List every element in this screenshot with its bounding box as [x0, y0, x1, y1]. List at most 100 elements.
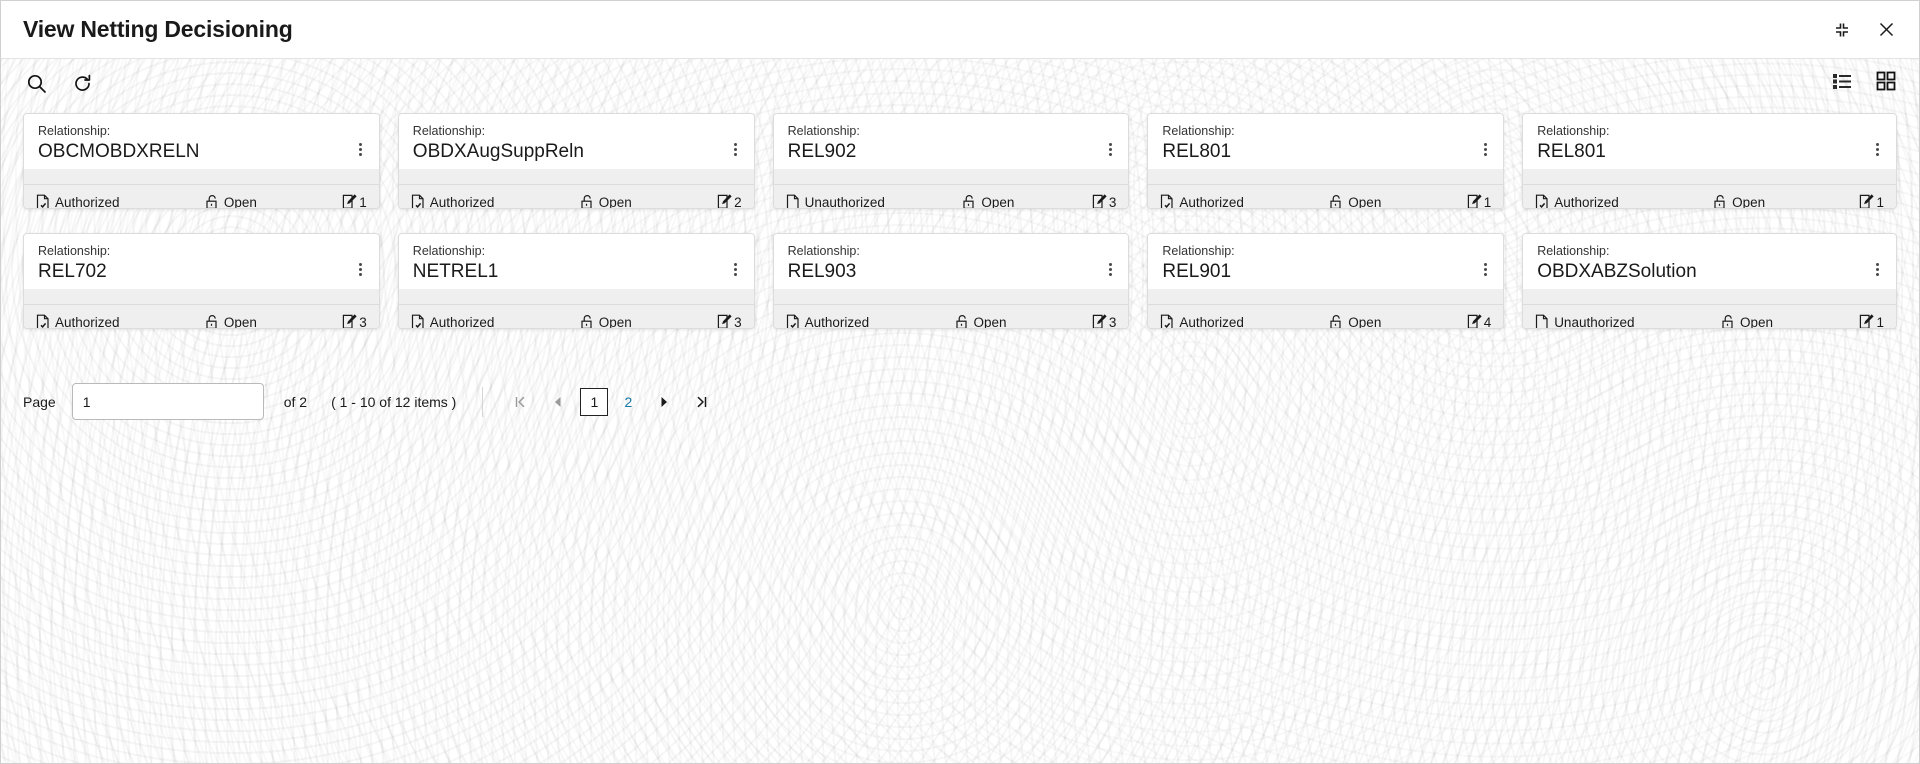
previous-page-icon[interactable] — [543, 387, 573, 417]
card-footer: Unauthorized Open — [774, 185, 1129, 209]
lock-status: Open — [962, 194, 1014, 209]
unlock-icon — [962, 194, 976, 209]
card-label: Relationship: — [1537, 244, 1882, 259]
more-vertical-icon[interactable] — [1102, 260, 1118, 278]
card-footer: Authorized Open — [1148, 185, 1503, 209]
card-body — [1148, 289, 1503, 305]
first-page-icon[interactable] — [505, 387, 535, 417]
more-vertical-icon[interactable] — [1102, 140, 1118, 158]
unlock-icon — [205, 194, 219, 209]
status-label: Authorized — [55, 195, 120, 210]
relationship-card[interactable]: Relationship: REL702 — [23, 233, 380, 329]
window-controls — [1831, 19, 1897, 41]
grid-view-icon[interactable] — [1875, 70, 1897, 97]
relationship-card[interactable]: Relationship: REL801 — [1147, 113, 1504, 209]
edit-square-icon — [342, 314, 357, 329]
lock-status: Open — [580, 194, 632, 209]
modifications-label: 1 — [1876, 315, 1884, 330]
card-slot: Relationship: REL901 — [1147, 233, 1522, 353]
relationship-card[interactable]: Relationship: OBDXABZSolution — [1522, 233, 1897, 329]
list-view-icon[interactable] — [1831, 70, 1853, 97]
refresh-icon[interactable] — [69, 70, 95, 96]
card-slot: Relationship: REL702 — [23, 233, 398, 353]
relationship-card[interactable]: Relationship: OBCMOBDXRELN — [23, 113, 380, 209]
modifications-count: 1 — [342, 194, 367, 209]
relationship-card[interactable]: Relationship: NETREL1 — [398, 233, 755, 329]
card-value: NETREL1 — [413, 260, 740, 283]
lock-status: Open — [580, 314, 632, 329]
search-icon[interactable] — [23, 70, 49, 96]
document-check-icon — [1160, 314, 1174, 329]
relationship-card[interactable]: Relationship: OBDXAugSuppReln — [398, 113, 755, 209]
lock-status: Open — [1713, 194, 1765, 209]
card-label: Relationship: — [1162, 244, 1489, 259]
toolbar-left-actions — [23, 70, 95, 96]
more-vertical-icon[interactable] — [1870, 260, 1886, 278]
lock-status: Open — [1721, 314, 1773, 329]
status-label: Unauthorized — [1554, 315, 1634, 330]
edit-square-icon — [1092, 194, 1107, 209]
relationship-card[interactable]: Relationship: REL801 — [1522, 113, 1897, 209]
pagination-bar: Page of 2 ( 1 - 10 of 12 items ) 1 — [1, 353, 1919, 420]
more-vertical-icon[interactable] — [1477, 140, 1493, 158]
last-page-icon[interactable] — [687, 387, 717, 417]
next-page-icon[interactable] — [649, 387, 679, 417]
lock-label: Open — [1348, 195, 1381, 210]
lock-status: Open — [1329, 194, 1381, 209]
relationship-card-grid: Relationship: OBCMOBDXRELN — [1, 107, 1919, 353]
status-badge: Authorized — [36, 194, 120, 209]
card-body — [1523, 289, 1896, 305]
modifications-count: 3 — [1092, 194, 1117, 209]
edit-square-icon — [1467, 314, 1482, 329]
card-footer: Authorized Open — [399, 305, 754, 329]
unlock-icon — [1713, 194, 1727, 209]
status-label: Authorized — [430, 315, 495, 330]
card-header: Relationship: REL801 — [1523, 114, 1896, 169]
card-label: Relationship: — [413, 244, 740, 259]
status-label: Authorized — [1179, 195, 1244, 210]
lock-label: Open — [974, 315, 1007, 330]
document-icon — [786, 194, 800, 209]
card-slot: Relationship: REL903 — [773, 233, 1148, 353]
card-body — [1148, 169, 1503, 185]
card-header: Relationship: OBDXABZSolution — [1523, 234, 1896, 289]
document-check-icon — [36, 194, 50, 209]
relationship-card[interactable]: Relationship: REL901 — [1147, 233, 1504, 329]
card-label: Relationship: — [38, 244, 365, 259]
document-check-icon — [411, 314, 425, 329]
card-value: OBCMOBDXRELN — [38, 140, 365, 163]
card-footer: Authorized Open — [399, 185, 754, 209]
lock-status: Open — [955, 314, 1007, 329]
more-vertical-icon[interactable] — [1477, 260, 1493, 278]
close-icon[interactable] — [1875, 19, 1897, 41]
modifications-count: 4 — [1467, 314, 1492, 329]
relationship-card[interactable]: Relationship: REL903 — [773, 233, 1130, 329]
card-footer: Authorized Open — [774, 305, 1129, 329]
item-range-label: ( 1 - 10 of 12 items ) — [331, 394, 456, 410]
card-label: Relationship: — [788, 244, 1115, 259]
collapse-icon[interactable] — [1831, 19, 1853, 41]
card-header: Relationship: OBDXAugSuppReln — [399, 114, 754, 169]
lock-status: Open — [205, 314, 257, 329]
card-label: Relationship: — [1537, 124, 1882, 139]
status-badge: Authorized — [786, 314, 870, 329]
content-area: Relationship: OBCMOBDXRELN — [1, 59, 1919, 763]
card-body — [774, 169, 1129, 185]
card-footer: Authorized Open — [24, 305, 379, 329]
more-vertical-icon[interactable] — [353, 260, 369, 278]
total-pages-label: of 2 — [284, 394, 307, 410]
card-value: REL702 — [38, 260, 365, 283]
more-vertical-icon[interactable] — [353, 140, 369, 158]
view-switcher — [1831, 70, 1897, 97]
document-icon — [1535, 314, 1549, 329]
toolbar — [1, 59, 1919, 107]
more-vertical-icon[interactable] — [1870, 140, 1886, 158]
more-vertical-icon[interactable] — [728, 260, 744, 278]
page-number-1[interactable]: 1 — [580, 388, 608, 416]
modifications-label: 1 — [1484, 195, 1492, 210]
modifications-label: 3 — [734, 315, 742, 330]
more-vertical-icon[interactable] — [728, 140, 744, 158]
relationship-card[interactable]: Relationship: REL902 — [773, 113, 1130, 209]
page-input[interactable] — [72, 383, 264, 420]
page-number-2[interactable]: 2 — [614, 388, 642, 416]
